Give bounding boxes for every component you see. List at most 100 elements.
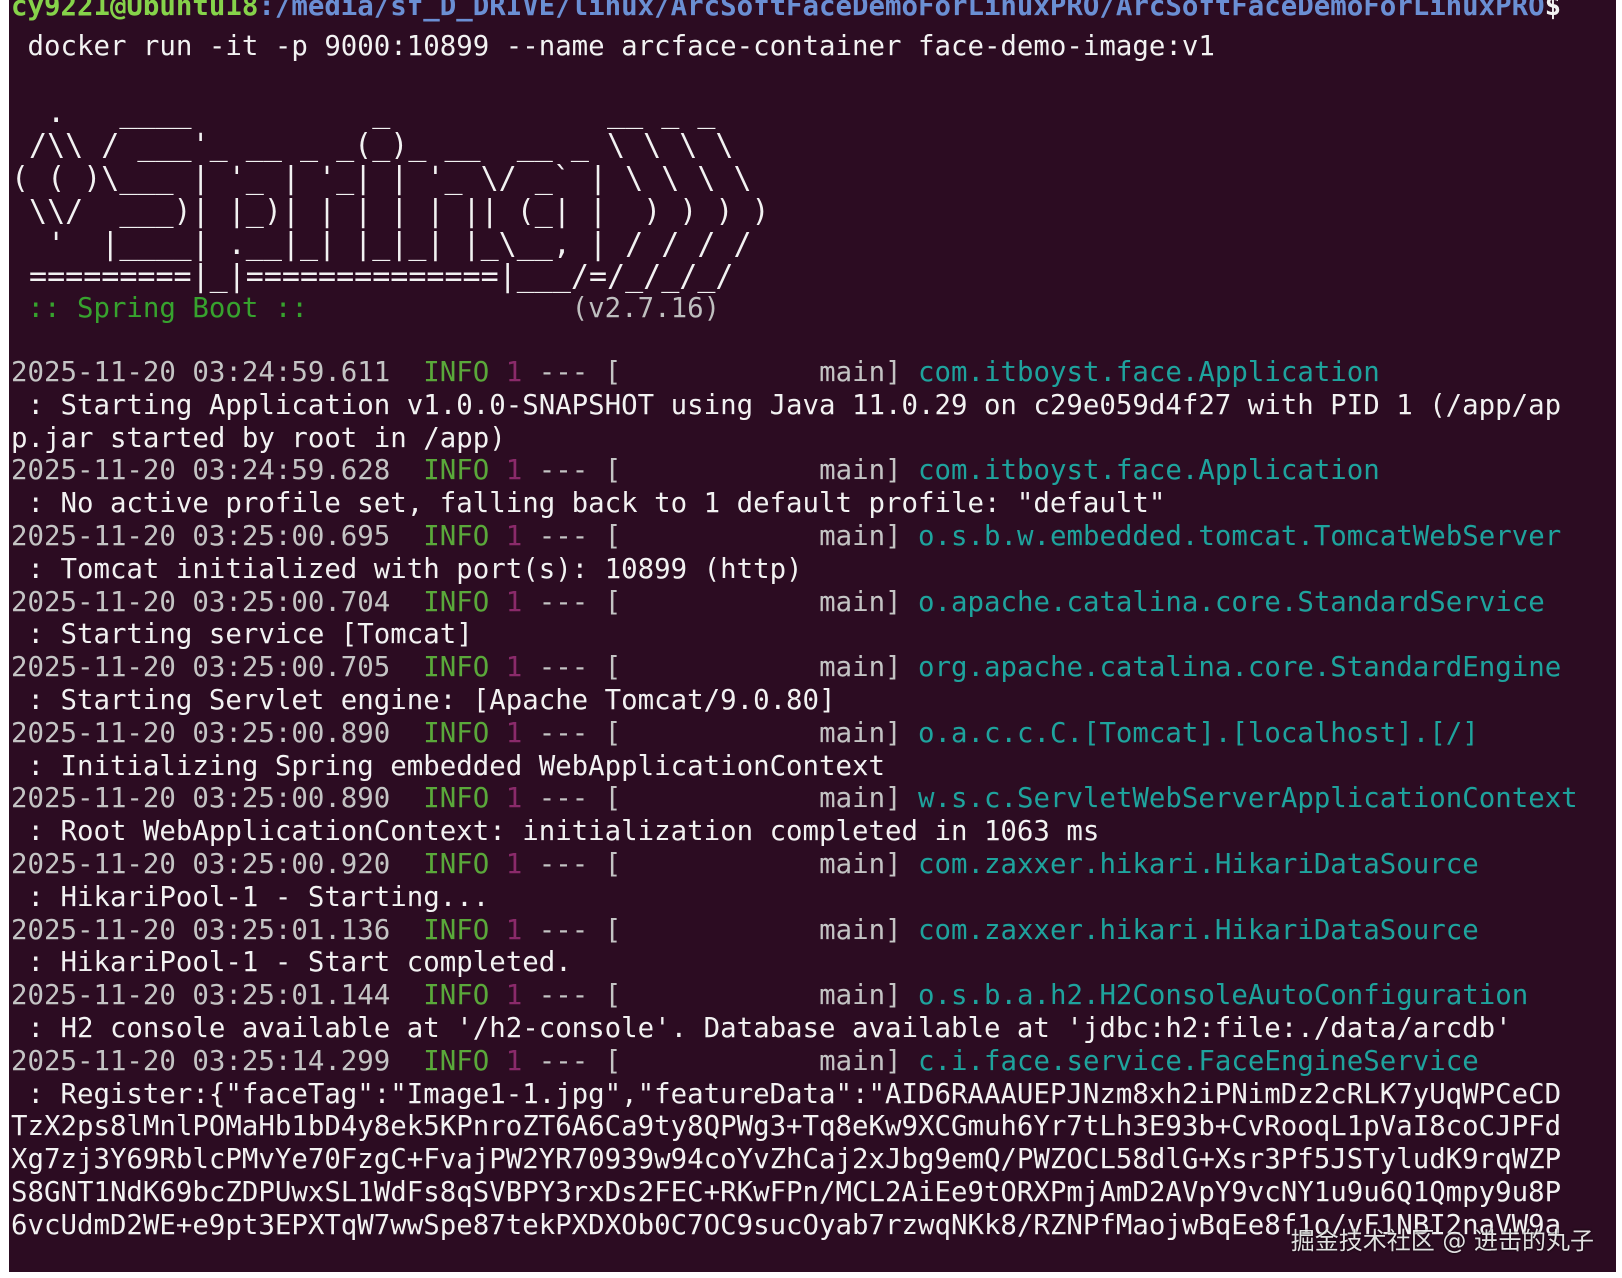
log-separator: --- [ [538,980,622,1012]
log-thread: main] [819,914,902,946]
log-level: INFO [423,717,490,749]
prompt-user-host: cy9221@Ubuntu18 [11,0,259,22]
log-timestamp: 2025-11-20 03:25:00.704 [11,586,391,618]
log-level: INFO [423,783,490,815]
log-message: : Initializing Spring embedded WebApplic… [11,750,885,782]
log-entry-header: 2025-11-20 03:24:59.628 INFO 1 --- [ mai… [11,454,1380,488]
log-separator: --- [ [538,455,622,487]
log-timestamp: 2025-11-20 03:25:01.136 [11,914,391,946]
log-pid: 1 [505,914,523,946]
terminal-window[interactable]: cy9221@Ubuntu18:/media/sf_D_DRIVE/linux/… [9,0,1616,1272]
log-logger: com.itboyst.face.Application [918,455,1380,487]
log-logger: com.zaxxer.hikari.HikariDataSource [918,914,1479,946]
log-pid: 1 [505,521,523,552]
log-timestamp: 2025-11-20 03:25:00.705 [11,652,391,684]
log-logger: org.apache.catalina.core.StandardEngine [918,652,1562,684]
log-logger: o.a.c.c.C.[Tomcat].[localhost].[/] [918,717,1479,749]
banner-line: . ____ _ __ _ _ [11,95,716,130]
log-separator: --- [ [538,652,622,684]
log-thread: main] [819,652,902,684]
log-entry-header: 2025-11-20 03:25:01.144 INFO 1 --- [ mai… [11,979,1528,1013]
log-entry-header: 2025-11-20 03:25:00.920 INFO 1 --- [ mai… [11,848,1479,882]
log-level: INFO [423,1045,490,1077]
log-logger: o.s.b.w.embedded.tomcat.TomcatWebServer [918,521,1562,552]
banner-line: ( ( )\___ | '_ | '_| | '_ \/ _` | \ \ \ … [11,161,752,196]
log-thread: main] [819,1045,902,1077]
log-message: : H2 console available at '/h2-console'.… [11,1013,1512,1044]
log-separator: --- [ [538,783,622,815]
log-level: INFO [423,849,490,880]
log-entry-header: 2025-11-20 03:25:00.695 INFO 1 --- [ mai… [11,520,1561,554]
log-level: INFO [423,586,490,618]
spring-boot-label: :: Spring Boot :: [11,293,325,324]
log-logger: o.apache.catalina.core.StandardService [918,586,1545,618]
log-pid: 1 [505,586,523,618]
log-logger: o.s.b.a.h2.H2ConsoleAutoConfiguration [918,980,1529,1012]
log-pid: 1 [505,980,523,1012]
log-message: p.jar started by root in /app) [11,422,506,454]
log-message: Xg7zj3Y69RblcPMvYe70FzgC+FvajPW2YR70939w… [11,1144,1562,1176]
log-thread: main] [819,586,902,618]
log-pid: 1 [505,717,523,749]
log-logger: c.i.face.service.FaceEngineService [918,1045,1479,1077]
log-level: INFO [423,652,490,684]
log-logger: com.zaxxer.hikari.HikariDataSource [918,849,1479,880]
log-message: : Starting Servlet engine: [Apache Tomca… [11,685,836,716]
log-pid: 1 [505,455,523,487]
prompt-line: cy9221@Ubuntu18:/media/sf_D_DRIVE/linux/… [11,0,1561,24]
log-separator: --- [ [538,914,622,946]
spring-boot-version: (v2.7.16) [324,293,721,324]
log-timestamp: 2025-11-20 03:25:00.695 [11,521,391,552]
log-thread: main] [819,717,902,749]
log-thread: main] [819,455,902,487]
log-message: : No active profile set, falling back to… [11,488,1166,520]
log-timestamp: 2025-11-20 03:25:00.920 [11,849,391,880]
log-message: : HikariPool-1 - Starting... [11,881,490,913]
log-separator: --- [ [538,586,622,618]
log-pid: 1 [505,357,523,388]
log-thread: main] [819,980,902,1012]
prompt-symbol: $ [1544,0,1562,22]
log-timestamp: 2025-11-20 03:25:14.299 [11,1045,391,1077]
banner-line: /\\ / ___'_ __ _ _(_)_ __ __ _ \ \ \ \ [11,128,734,163]
log-level: INFO [423,357,490,388]
log-separator: --- [ [538,357,622,388]
log-thread: main] [819,357,902,388]
log-logger: w.s.c.ServletWebServerApplicationContext [918,783,1578,815]
log-entry-header: 2025-11-20 03:25:00.890 INFO 1 --- [ mai… [11,782,1578,816]
log-entry-header: 2025-11-20 03:25:00.704 INFO 1 --- [ mai… [11,586,1545,620]
log-separator: --- [ [538,1045,622,1077]
log-logger: com.itboyst.face.Application [918,357,1380,388]
log-entry-header: 2025-11-20 03:25:01.136 INFO 1 --- [ mai… [11,914,1479,948]
log-message: : Register:{"faceTag":"Image1-1.jpg","fe… [11,1078,1562,1110]
banner-line: ' |____| .__|_| |_|_| |_\__, | / / / / [11,227,752,262]
log-thread: main] [819,849,902,880]
log-level: INFO [423,914,490,946]
log-timestamp: 2025-11-20 03:25:00.890 [11,783,391,815]
log-level: INFO [423,521,490,552]
log-message: : Starting service [Tomcat] [11,619,473,651]
log-timestamp: 2025-11-20 03:25:01.144 [11,980,391,1012]
command-line: docker run -it -p 9000:10899 --name arcf… [11,31,1215,62]
log-entry-header: 2025-11-20 03:24:59.611 INFO 1 --- [ mai… [11,356,1380,390]
watermark: 掘金技术社区 @ 进击的丸子 [1290,1227,1594,1255]
log-pid: 1 [505,1045,523,1077]
log-timestamp: 2025-11-20 03:25:00.890 [11,717,391,749]
log-entry-header: 2025-11-20 03:25:14.299 INFO 1 --- [ mai… [11,1045,1479,1079]
log-thread: main] [819,783,902,815]
log-message: : HikariPool-1 - Start completed. [11,947,572,979]
log-level: INFO [423,980,490,1012]
log-message: S8GNT1NdK69bcZDPUwxSL1WdFs8qSVBPY3rxDs2F… [11,1177,1562,1208]
log-pid: 1 [505,652,523,684]
prompt-path: :/media/sf_D_DRIVE/linux/ArcSoftFaceDemo… [258,0,1545,22]
log-timestamp: 2025-11-20 03:24:59.628 [11,455,391,487]
log-pid: 1 [505,849,523,880]
spring-boot-version-line: :: Spring Boot :: (v2.7.16) [11,292,720,326]
banner-line: \\/ ___)| |_)| | | | | || (_| | ) ) ) ) [11,194,770,229]
log-separator: --- [ [538,717,622,749]
log-message: : Starting Application v1.0.0-SNAPSHOT u… [11,389,1562,421]
log-entry-header: 2025-11-20 03:25:00.705 INFO 1 --- [ mai… [11,651,1561,685]
log-message: TzX2ps8lMnlPOMaHb1bD4y8ek5KPnroZT6A6Ca9t… [11,1111,1562,1143]
log-separator: --- [ [538,849,622,880]
log-message: : Tomcat initialized with port(s): 10899… [11,553,803,585]
